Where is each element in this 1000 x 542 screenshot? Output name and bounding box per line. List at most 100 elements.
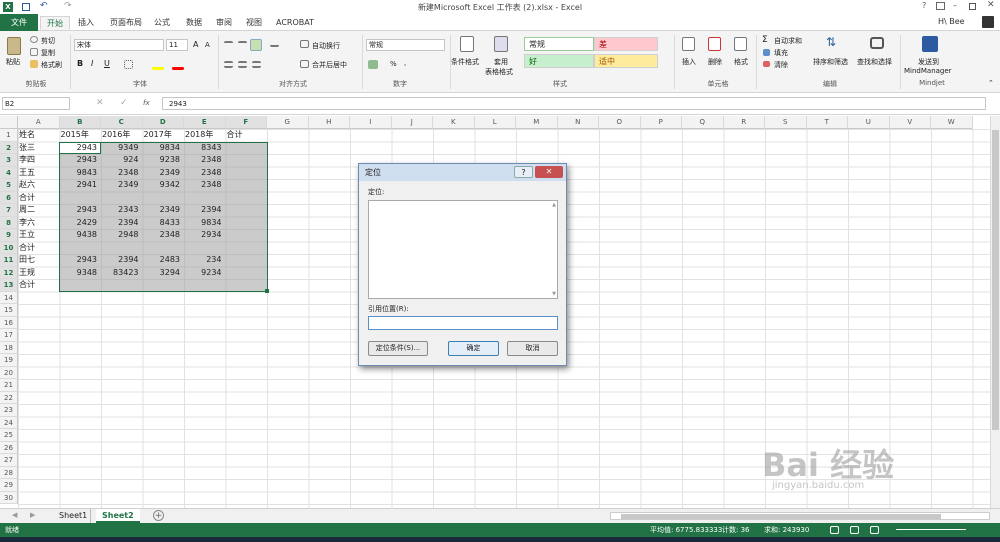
table-cell[interactable]: 田七	[19, 254, 59, 267]
table-cell[interactable]: 2943	[61, 204, 101, 217]
format-table-button-line1[interactable]: 套用	[494, 57, 508, 67]
align-top-icon[interactable]	[224, 41, 233, 47]
table-cell[interactable]: 2348	[144, 229, 184, 242]
tab-formulas[interactable]: 公式	[148, 16, 176, 30]
conditional-format-button[interactable]: 条件格式	[451, 57, 479, 67]
minimize-icon[interactable]: –	[953, 1, 957, 10]
style-normal[interactable]: 常规	[524, 37, 594, 51]
tab-view[interactable]: 视图	[240, 16, 268, 30]
tab-acrobat[interactable]: ACROBAT	[270, 16, 320, 30]
table-cell[interactable]: 2934	[185, 229, 225, 242]
table-cell[interactable]: 2941	[61, 179, 101, 192]
style-bad[interactable]: 差	[594, 37, 658, 51]
table-cell[interactable]: 合计	[227, 129, 267, 142]
wrap-text-icon[interactable]	[300, 40, 309, 48]
table-cell[interactable]: 2943	[61, 142, 101, 155]
table-cell[interactable]: 合计	[19, 242, 59, 255]
format-table-button-line2[interactable]: 表格格式	[485, 67, 513, 77]
table-cell[interactable]: 9843	[61, 167, 101, 180]
table-cell[interactable]: 姓名	[19, 129, 59, 142]
table-cell[interactable]: 924	[102, 154, 142, 167]
clear-button[interactable]: 清除	[774, 60, 788, 70]
table-cell[interactable]: 2349	[144, 167, 184, 180]
table-cell[interactable]: 张三	[19, 142, 59, 155]
table-cell[interactable]: 9349	[102, 142, 142, 155]
number-format-select[interactable]: 常规	[366, 39, 445, 51]
wrap-text-button[interactable]: 自动换行	[312, 41, 340, 51]
table-cell[interactable]: 王规	[19, 267, 59, 280]
tab-home[interactable]: 开始	[40, 16, 70, 30]
table-cell[interactable]: 李六	[19, 217, 59, 230]
fill-button[interactable]: 填充	[774, 48, 788, 58]
h-scroll-thumb[interactable]	[621, 514, 941, 519]
table-cell[interactable]: 2015年	[61, 129, 101, 142]
list-scroll-down-icon[interactable]: ▼	[552, 291, 556, 297]
format-painter-icon[interactable]	[30, 60, 38, 68]
table-cell[interactable]: 2016年	[102, 129, 142, 142]
table-cell[interactable]: 李四	[19, 154, 59, 167]
table-cell[interactable]: 2017年	[144, 129, 184, 142]
dialog-close-button[interactable]: ✕	[535, 166, 563, 178]
delete-cells-icon[interactable]	[708, 37, 721, 51]
comma-button[interactable]: ,	[404, 59, 406, 67]
user-name[interactable]: H\ Bee	[938, 17, 965, 26]
page-layout-view-icon[interactable]	[850, 526, 859, 534]
table-cell[interactable]: 9238	[144, 154, 184, 167]
table-cell[interactable]: 合计	[19, 279, 59, 292]
copy-icon[interactable]	[30, 48, 38, 56]
delete-cells-button[interactable]: 删除	[708, 57, 722, 67]
table-cell[interactable]: 2348	[185, 179, 225, 192]
grow-font-button[interactable]: A	[193, 40, 198, 49]
table-cell[interactable]: 周二	[19, 204, 59, 217]
reference-input[interactable]	[368, 316, 558, 330]
table-cell[interactable]: 2349	[102, 179, 142, 192]
conditional-format-icon[interactable]	[460, 36, 474, 52]
help-icon[interactable]: ?	[922, 1, 926, 10]
align-middle-icon[interactable]	[238, 41, 247, 47]
table-cell[interactable]: 9438	[61, 229, 101, 242]
insert-cells-icon[interactable]	[682, 37, 695, 51]
align-left-icon[interactable]	[224, 61, 233, 68]
vertical-scrollbar[interactable]	[990, 116, 1000, 508]
table-cell[interactable]: 2429	[61, 217, 101, 230]
find-select-icon[interactable]	[870, 37, 884, 49]
table-cell[interactable]: 9348	[61, 267, 101, 280]
dialog-help-button[interactable]: ?	[514, 166, 533, 178]
sort-filter-icon[interactable]: ⇅	[826, 35, 836, 49]
table-cell[interactable]: 2348	[102, 167, 142, 180]
format-cells-button[interactable]: 格式	[734, 57, 748, 67]
table-cell[interactable]: 2348	[185, 167, 225, 180]
sheet-nav-prev-icon[interactable]: ◀	[12, 511, 17, 519]
sheet-tab-2[interactable]: Sheet2	[96, 509, 140, 523]
table-cell[interactable]: 2394	[102, 254, 142, 267]
merge-center-icon[interactable]	[300, 60, 309, 68]
horizontal-scrollbar[interactable]	[610, 512, 990, 520]
table-cell[interactable]: 2483	[144, 254, 184, 267]
insert-cells-button[interactable]: 插入	[682, 57, 696, 67]
sheet-tab-1[interactable]: Sheet1	[56, 509, 92, 523]
format-painter-button[interactable]: 格式刷	[41, 60, 62, 70]
table-cell[interactable]: 2349	[144, 204, 184, 217]
align-right-icon[interactable]	[252, 61, 261, 68]
align-center-icon[interactable]	[238, 61, 247, 68]
close-icon[interactable]: ✕	[987, 0, 995, 10]
add-sheet-icon[interactable]: +	[153, 510, 164, 521]
font-name-select[interactable]: 宋体	[74, 39, 164, 51]
table-cell[interactable]: 8343	[185, 142, 225, 155]
autosum-icon[interactable]: Σ	[762, 35, 768, 45]
tab-review[interactable]: 审阅	[210, 16, 238, 30]
paste-icon[interactable]	[7, 37, 21, 55]
table-cell[interactable]: 9834	[185, 217, 225, 230]
percent-button[interactable]: %	[390, 60, 397, 68]
table-cell[interactable]: 2948	[102, 229, 142, 242]
currency-icon[interactable]	[368, 60, 378, 69]
align-bottom-icon[interactable]	[250, 39, 262, 51]
page-break-view-icon[interactable]	[870, 526, 879, 534]
ok-button[interactable]: 确定	[448, 341, 499, 356]
collapse-ribbon-icon[interactable]: ⌃	[988, 79, 994, 87]
table-cell[interactable]: 2943	[61, 254, 101, 267]
avatar[interactable]	[982, 16, 994, 28]
format-table-icon[interactable]	[494, 36, 508, 52]
name-box[interactable]: B2	[2, 97, 70, 110]
list-scroll-up-icon[interactable]: ▲	[552, 202, 556, 208]
